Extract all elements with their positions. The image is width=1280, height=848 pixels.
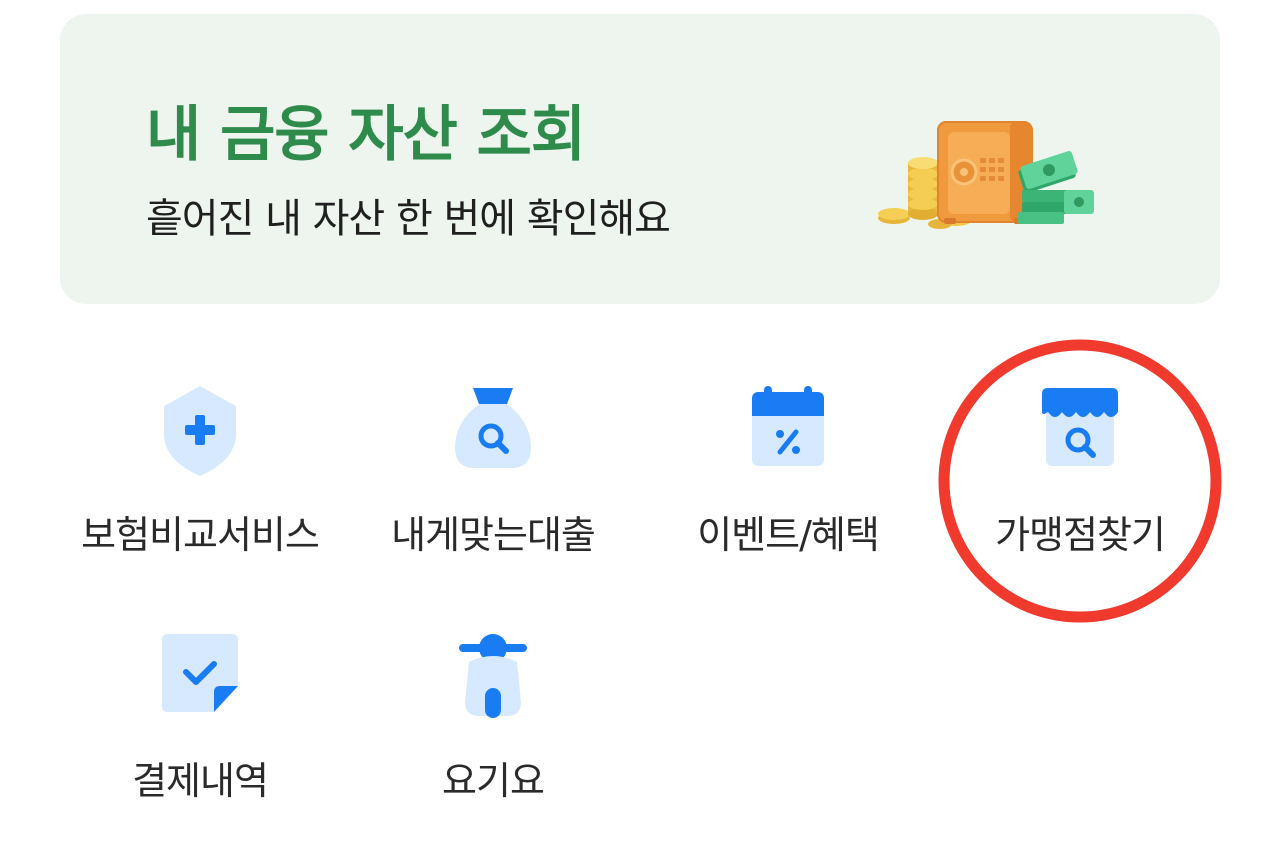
financial-assets-banner[interactable]: 내 금융 자산 조회 흩어진 내 자산 한 번에 확인해요 <box>60 14 1220 304</box>
shield-plus-icon <box>164 386 236 476</box>
menu-item-label: 이벤트/혜택 <box>697 513 880 557</box>
menu-item-label: 결제내역 <box>132 759 269 803</box>
menu-item-store-finder[interactable]: 가맹점찾기 <box>940 386 1220 586</box>
menu-item-label: 보험비교서비스 <box>81 513 320 557</box>
calendar-percent-icon <box>752 386 824 466</box>
banner-subtitle: 흩어진 내 자산 한 번에 확인해요 <box>146 196 671 242</box>
menu-item-insurance-compare[interactable]: 보험비교서비스 <box>60 386 340 586</box>
banner-title: 내 금융 자산 조회 <box>146 100 586 170</box>
menu-item-payment-history[interactable]: 결제내역 <box>60 632 340 832</box>
safe-with-coins-and-cash-illustration <box>878 121 1094 229</box>
menu-item-label: 가맹점찾기 <box>995 513 1166 557</box>
menu-item-label: 내게맞는대출 <box>391 513 596 557</box>
document-check-icon <box>162 634 238 712</box>
safe-icon <box>937 121 1033 224</box>
page: 내 금융 자산 조회 흩어진 내 자산 한 번에 확인해요 보험비교서비스 내게… <box>0 0 1280 848</box>
menu-item-label: 요기요 <box>442 759 545 803</box>
store-search-icon <box>1042 388 1118 466</box>
menu-item-yogiyo[interactable]: 요기요 <box>353 632 633 832</box>
menu-item-loan[interactable]: 내게맞는대출 <box>353 386 633 586</box>
scooter-icon <box>459 634 527 718</box>
money-bag-search-icon <box>455 388 531 468</box>
menu-item-events[interactable]: 이벤트/혜택 <box>648 386 928 586</box>
